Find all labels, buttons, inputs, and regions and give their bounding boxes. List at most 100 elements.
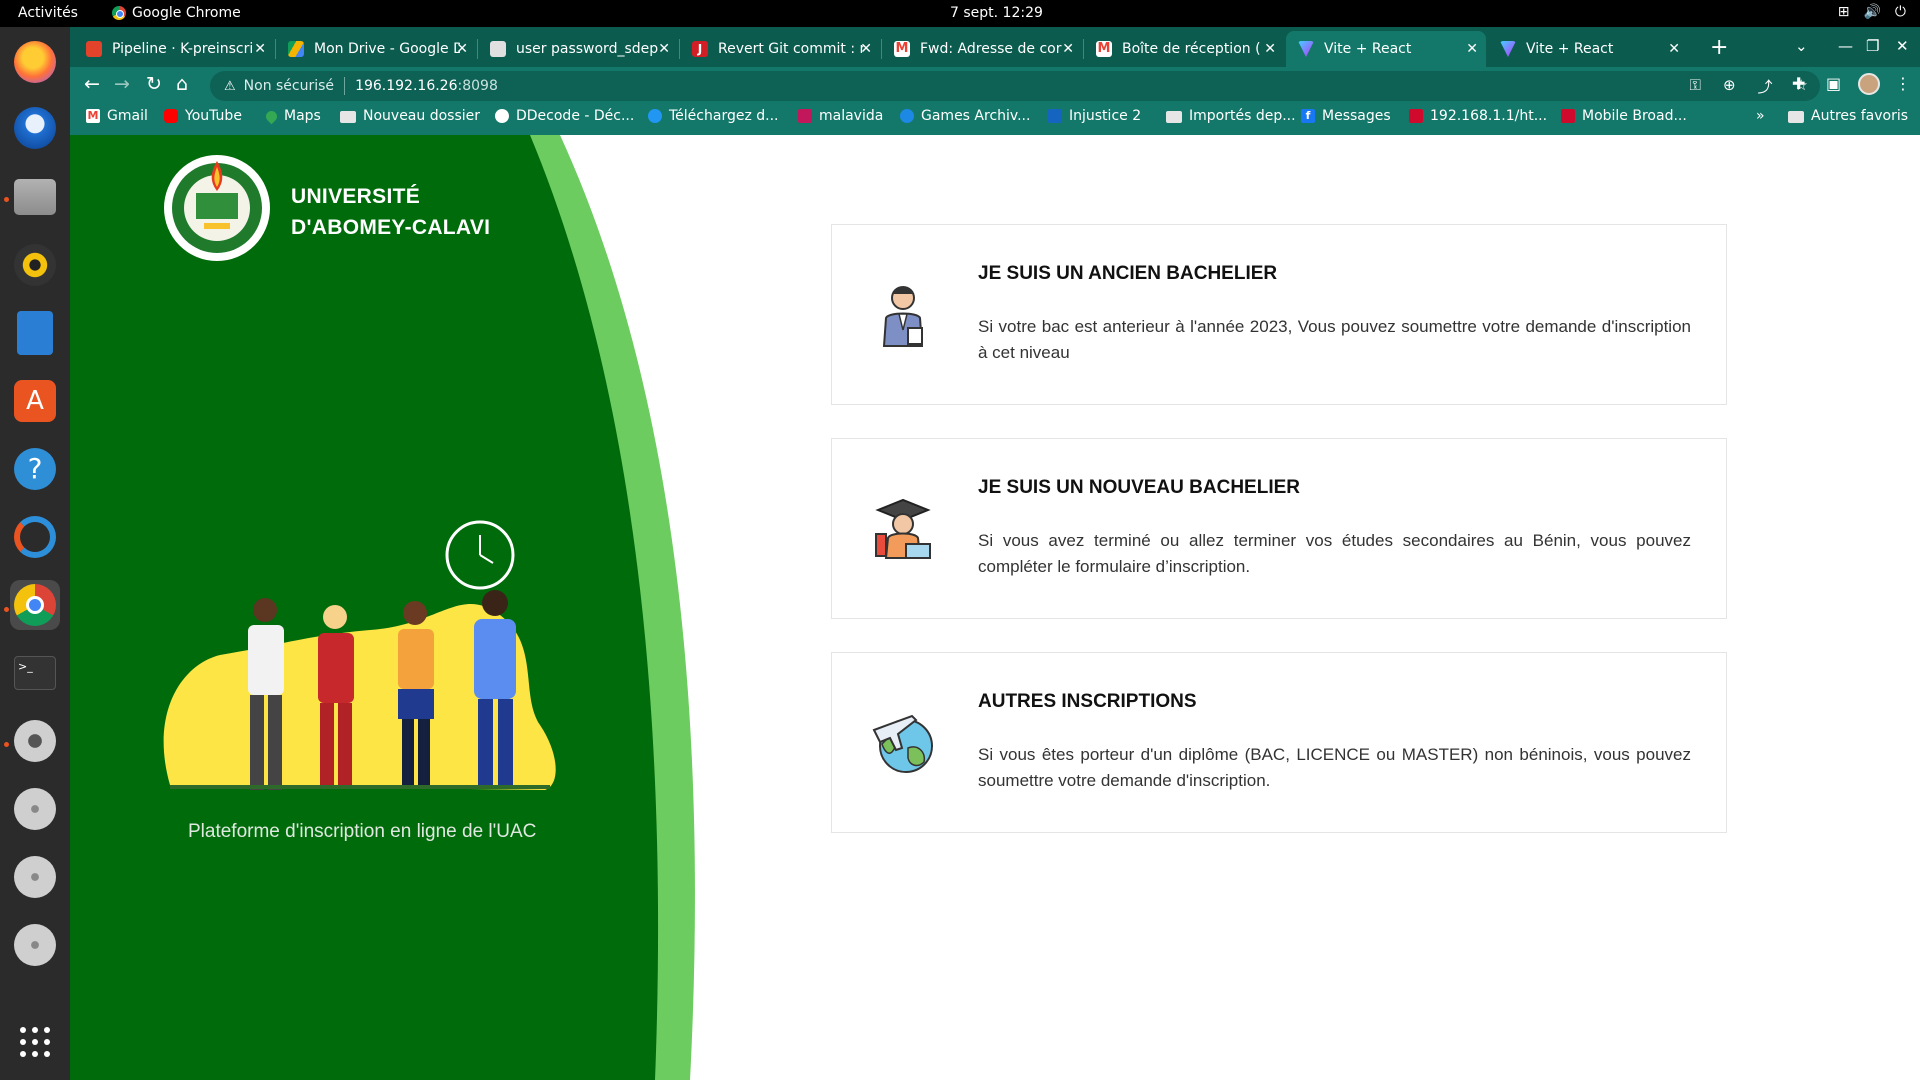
close-window-button[interactable]: ✕ [1896,37,1909,55]
bookmark-folder-importes[interactable]: Importés dep... [1166,108,1296,124]
new-tab-button[interactable]: + [1710,35,1728,60]
card-autres-inscriptions[interactable]: AUTRES INSCRIPTIONS Si vous êtes porteur… [831,652,1727,833]
clock[interactable]: 7 sept. 12:29 [950,5,1043,21]
tab[interactable]: user password_sdep ✕ [478,31,678,67]
university-name-line-1: UNIVERSITÉ [291,185,421,208]
tab[interactable]: J Revert Git commit : r ✕ [680,31,880,67]
platform-tagline: Plateforme d'inscription en ligne de l'U… [188,821,537,842]
minimize-button[interactable]: — [1838,37,1853,55]
bookmark-telechargez[interactable]: Téléchargez d... [648,108,778,124]
menu-icon[interactable]: ⋮ [1895,74,1911,93]
help-icon: ? [14,448,56,490]
page-content: UNIVERSITÉ D'ABOMEY-CALAVI Plateforme d'… [70,135,1920,1080]
tab[interactable]: Pipeline · K-preinscri ✕ [74,31,274,67]
card-title: AUTRES INSCRIPTIONS [978,691,1197,712]
not-secure-label[interactable]: Non sécurisé [244,78,334,94]
folder-icon [1788,111,1804,123]
dock-updater[interactable] [10,512,60,562]
dock-help[interactable]: ? [10,444,60,494]
close-icon[interactable]: ✕ [860,41,872,57]
extensions-icon[interactable]: ✚ [1792,74,1805,93]
url-host: 196.192.16.26 [355,78,458,94]
bookmark-messages[interactable]: f Messages [1301,108,1391,124]
bookmark-games-archive[interactable]: Games Archiv... [900,108,1030,124]
close-icon[interactable]: ✕ [658,41,670,57]
activities-button[interactable]: Activités [18,5,78,21]
back-button[interactable]: ← [84,73,100,95]
graduate-man-icon [882,286,924,347]
card-ancien-bachelier[interactable]: JE SUIS UN ANCIEN BACHELIER Si votre bac… [831,224,1727,405]
tab[interactable]: Vite + React ✕ [1488,31,1688,67]
zoom-icon[interactable]: ⊕ [1723,76,1736,97]
other-bookmarks[interactable]: Autres favoris [1788,108,1908,124]
j-site-icon: J [692,41,708,57]
show-applications-button[interactable] [10,1017,60,1067]
vite-icon [1500,41,1516,57]
injustice-icon [1048,109,1062,123]
bookmark-malavida[interactable]: malavida [798,108,883,124]
status-area[interactable]: ⊞ 🔊 ⏻ [1838,4,1906,20]
globe-airplane-icon [872,714,933,773]
tab-active[interactable]: Vite + React ✕ [1286,31,1486,67]
address-bar[interactable]: ⚠ Non sécurisé 196.192.16.26:8098 ⚿ ⊕ ⤴ … [210,71,1820,101]
bookmarks-overflow-button[interactable]: » [1756,108,1765,124]
gmail-icon: M [86,109,100,123]
close-icon[interactable]: ✕ [456,41,468,57]
bookmark-ddecode[interactable]: DDecode - Déc... [495,108,634,124]
dock-thunderbird[interactable] [10,103,60,153]
close-icon[interactable]: ✕ [1466,41,1478,57]
folder-icon [340,111,356,123]
software-store-icon: A [14,380,56,422]
dock-rhythmbox[interactable] [10,240,60,290]
bookmark-mobile-broadband[interactable]: Mobile Broad... [1561,108,1687,124]
close-icon[interactable]: ✕ [1668,41,1680,57]
close-icon[interactable]: ✕ [1062,41,1074,57]
bookmark-injustice[interactable]: Injustice 2 [1048,108,1141,124]
bookmark-youtube[interactable]: YouTube [164,108,242,124]
malavida-icon [798,109,812,123]
tab-search-button[interactable]: ⌄ [1795,37,1808,55]
card-description: Si vous avez terminé ou allez terminer v… [978,531,1691,576]
gmail-icon: M [1096,41,1112,57]
dock-disk-1[interactable] [10,784,60,834]
bookmark-router[interactable]: 192.168.1.1/ht... [1409,108,1547,124]
close-icon[interactable]: ✕ [1264,41,1276,57]
profile-avatar[interactable] [1858,73,1880,95]
bookmark-gmail[interactable]: M Gmail [86,108,148,124]
dock-software[interactable]: A [10,376,60,426]
card-nouveau-bachelier[interactable]: JE SUIS UN NOUVEAU BACHELIER Si vous ave… [831,438,1727,619]
side-panel-icon[interactable]: ▣ [1826,74,1841,93]
reload-button[interactable]: ↻ [146,73,162,95]
dock-disk-2[interactable] [10,852,60,902]
card-description: Si votre bac est anterieur à l'année 202… [978,317,1691,362]
power-icon: ⏻ [1894,4,1906,20]
dock-disk-3[interactable] [10,920,60,970]
forward-button[interactable]: → [114,73,130,95]
dock-chrome[interactable] [10,580,60,630]
close-icon[interactable]: ✕ [254,41,266,57]
vite-icon [1298,41,1314,57]
app-menu[interactable]: Google Chrome [112,5,241,21]
bookmark-folder-nouveau[interactable]: Nouveau dossier [340,108,480,124]
warning-icon: ⚠ [224,78,236,94]
dock-settings[interactable] [10,716,60,766]
download-icon [648,109,662,123]
dock-terminal[interactable]: >_ [10,648,60,698]
tab[interactable]: M Fwd: Adresse de cor ✕ [882,31,1082,67]
writer-icon [17,311,53,355]
tab[interactable]: Mon Drive - Google D ✕ [276,31,476,67]
settings-gear-icon [14,720,56,762]
firefox-icon [14,41,56,83]
gmail-icon: M [894,41,910,57]
youtube-icon [164,109,178,123]
dock-libreoffice-writer[interactable] [10,308,60,358]
maximize-button[interactable]: ❐ [1866,37,1879,55]
home-button[interactable]: ⌂ [176,73,188,95]
key-icon[interactable]: ⚿ [1690,76,1701,97]
chrome-icon [14,584,56,626]
dock-firefox[interactable] [10,37,60,87]
tab[interactable]: M Boîte de réception ( ✕ [1084,31,1284,67]
dock-files[interactable] [10,172,60,222]
share-icon[interactable]: ⤴ [1758,76,1773,97]
bookmark-maps[interactable]: Maps [263,108,321,124]
